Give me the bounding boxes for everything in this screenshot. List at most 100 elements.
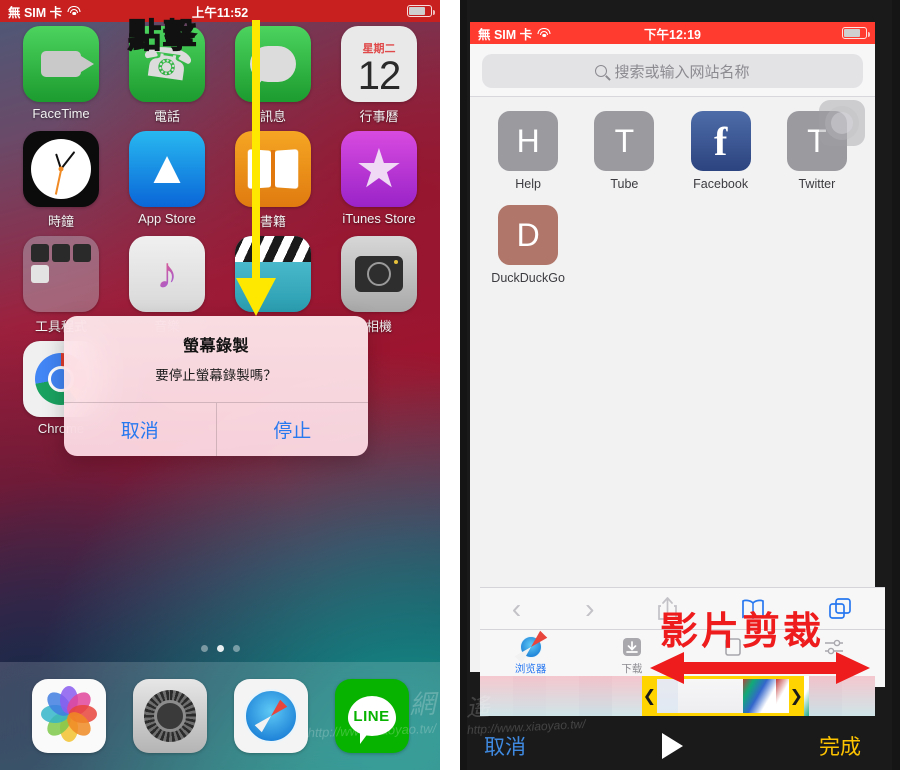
tab-label: 下载 bbox=[621, 663, 643, 675]
trim-controls: 取消 完成 bbox=[470, 722, 875, 770]
status-left: 無 SIM 卡 bbox=[8, 2, 81, 21]
app-calendar[interactable]: 星期二 12 行事曆 bbox=[326, 26, 432, 125]
utilities-folder-icon[interactable] bbox=[23, 236, 99, 312]
app-label: 時鐘 bbox=[47, 214, 74, 229]
app-clock[interactable]: 時鐘 bbox=[8, 131, 114, 230]
compass-icon bbox=[519, 636, 542, 658]
battery-icon bbox=[407, 5, 435, 17]
browser-screen: 無 SIM 卡 下午12:19 搜索或输入网站名称 H Help T Tube … bbox=[470, 22, 885, 687]
dock-item-safari[interactable] bbox=[233, 679, 308, 753]
calendar-day: 12 bbox=[357, 54, 401, 98]
page-dot[interactable] bbox=[232, 645, 240, 652]
app-label: iTunes Store bbox=[342, 211, 416, 226]
alert-stop-button[interactable]: 停止 bbox=[215, 403, 369, 456]
screen-recording-alert: 螢幕錄製 要停止螢幕錄製嗎？ 取消 停止 bbox=[64, 316, 368, 456]
filmstrip-frame bbox=[611, 676, 645, 716]
app-itunes-store[interactable]: ★ iTunes Store bbox=[326, 131, 432, 230]
status-right bbox=[407, 5, 435, 17]
wifi-icon bbox=[537, 27, 551, 39]
forward-icon[interactable]: › bbox=[585, 593, 594, 625]
app-label: 電話 bbox=[153, 109, 180, 124]
favorite-duckduckgo[interactable]: D DuckDuckGo bbox=[480, 205, 576, 285]
favorite-label: DuckDuckGo bbox=[491, 271, 565, 285]
help-favicon[interactable]: H bbox=[498, 111, 559, 171]
home-dock: LINE bbox=[0, 662, 440, 770]
alert-title: 螢幕錄製 bbox=[182, 338, 249, 355]
safari-compass-icon[interactable] bbox=[233, 679, 308, 753]
download-icon bbox=[622, 638, 641, 656]
left-status-bar: 無 SIM 卡 上午11:52 bbox=[0, 0, 440, 22]
screenshot-stage: 無 SIM 卡 上午11:52 FaceTime ☎ 電話 訊息 星期二 12 … bbox=[0, 0, 900, 770]
back-icon[interactable]: ‹ bbox=[512, 593, 521, 625]
favorites-grid: H Help T Tube f Facebook T Twitter D Duc… bbox=[470, 97, 875, 299]
status-left: 無 SIM 卡 bbox=[478, 24, 551, 43]
appstore-icon[interactable]: ▲ bbox=[129, 131, 205, 207]
favicon-letter: T bbox=[614, 122, 635, 159]
app-label: App Store bbox=[138, 211, 196, 226]
page-indicator-dots bbox=[0, 645, 440, 652]
settings-gear-icon[interactable] bbox=[132, 679, 207, 753]
trim-done-button[interactable]: 完成 bbox=[819, 731, 861, 761]
dock-item-line[interactable]: LINE bbox=[334, 679, 409, 753]
page-dot-active[interactable] bbox=[216, 645, 224, 652]
calendar-icon[interactable]: 星期二 12 bbox=[341, 26, 417, 102]
duckduckgo-favicon[interactable]: D bbox=[498, 205, 559, 265]
app-label: 行事曆 bbox=[359, 109, 399, 124]
camera-icon[interactable] bbox=[341, 236, 417, 312]
search-bar-container: 搜索或输入网站名称 bbox=[470, 44, 875, 96]
app-label: FaceTime bbox=[32, 106, 90, 121]
line-icon[interactable]: LINE bbox=[334, 679, 409, 753]
carrier-label: 無 SIM 卡 bbox=[8, 5, 63, 20]
favicon-letter: f bbox=[713, 118, 728, 164]
search-input[interactable]: 搜索或输入网站名称 bbox=[482, 54, 863, 88]
favorite-label: Help bbox=[515, 177, 541, 191]
dock-item-photos[interactable] bbox=[31, 679, 106, 753]
app-facetime[interactable]: FaceTime bbox=[8, 26, 114, 125]
photos-petals bbox=[40, 686, 97, 742]
search-placeholder: 搜索或输入网站名称 bbox=[614, 63, 750, 81]
status-right bbox=[842, 27, 870, 39]
favicon-letter: D bbox=[516, 216, 540, 253]
app-label: 相機 bbox=[365, 319, 392, 334]
battery-icon bbox=[842, 27, 870, 39]
line-label: LINE bbox=[353, 707, 390, 725]
filmstrip-frame bbox=[480, 676, 513, 716]
favorite-label: Facebook bbox=[693, 177, 749, 191]
favorite-label: Twitter bbox=[798, 177, 836, 191]
clock-icon[interactable] bbox=[23, 131, 99, 207]
facebook-favicon[interactable]: f bbox=[690, 111, 751, 171]
tabs-icon[interactable] bbox=[829, 597, 853, 620]
app-appstore[interactable]: ▲ App Store bbox=[114, 131, 220, 230]
itunes-store-icon[interactable]: ★ bbox=[341, 131, 417, 207]
left-phone-screenshot: 無 SIM 卡 上午11:52 FaceTime ☎ 電話 訊息 星期二 12 … bbox=[0, 0, 440, 770]
facetime-icon[interactable] bbox=[23, 26, 99, 102]
assistive-touch-icon[interactable] bbox=[819, 100, 865, 146]
music-icon[interactable]: ♪ bbox=[129, 236, 205, 312]
favorite-help[interactable]: H Help bbox=[480, 111, 576, 191]
page-dot[interactable] bbox=[200, 645, 208, 652]
dock-item-settings[interactable] bbox=[132, 679, 207, 753]
filmstrip-frame bbox=[545, 676, 579, 716]
trim-cancel-button[interactable]: 取消 bbox=[484, 731, 526, 761]
carrier-label: 無 SIM 卡 bbox=[478, 27, 533, 42]
play-icon[interactable] bbox=[662, 733, 683, 759]
favorite-tube[interactable]: T Tube bbox=[576, 111, 672, 191]
alert-body: 螢幕錄製 要停止螢幕錄製嗎？ bbox=[64, 316, 368, 402]
tube-favicon[interactable]: T bbox=[594, 111, 655, 171]
search-icon bbox=[595, 65, 608, 77]
filmstrip-frame bbox=[512, 676, 546, 716]
annotation-down-arrow-yellow bbox=[236, 20, 276, 316]
annotation-double-arrow-red bbox=[650, 652, 870, 684]
favicon-letter: H bbox=[516, 122, 540, 159]
alert-cancel-button[interactable]: 取消 bbox=[64, 403, 216, 456]
favorite-facebook[interactable]: f Facebook bbox=[673, 111, 769, 191]
annotation-trim-label: 影片剪裁 bbox=[660, 611, 825, 653]
alert-message: 要停止螢幕錄製嗎？ bbox=[155, 368, 277, 383]
tab-label: 浏览器 bbox=[514, 663, 547, 675]
tab-browser[interactable]: 浏览器 bbox=[480, 636, 581, 676]
annotation-tap-label: 點擊 bbox=[127, 16, 198, 55]
photos-icon[interactable] bbox=[31, 679, 106, 753]
favorite-label: Tube bbox=[610, 177, 639, 191]
alert-actions: 取消 停止 bbox=[64, 402, 368, 456]
right-status-bar: 無 SIM 卡 下午12:19 bbox=[470, 22, 875, 44]
